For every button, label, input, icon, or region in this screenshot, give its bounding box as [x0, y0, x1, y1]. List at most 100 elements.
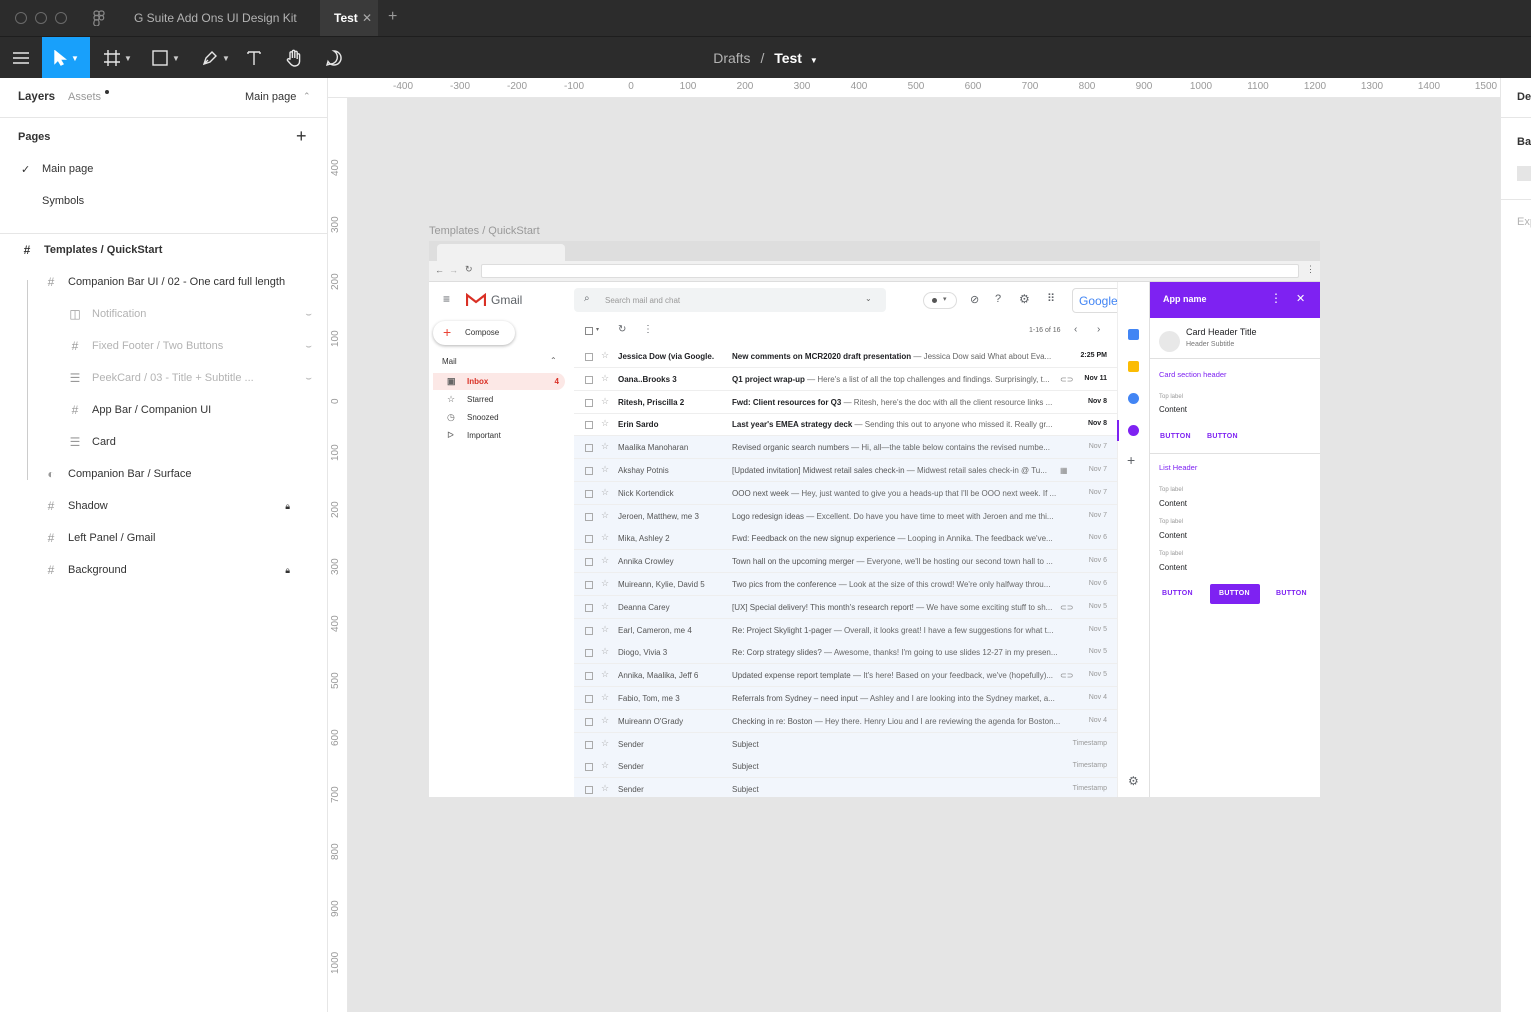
new-tab-icon[interactable]: +	[388, 8, 397, 26]
hidden-eye-icon[interactable]: ⌣	[305, 373, 312, 384]
email-date: Timestamp	[1072, 785, 1107, 793]
layer-templates-quickstart[interactable]: # Templates / QuickStart	[20, 234, 346, 266]
frame-label[interactable]: Templates / QuickStart	[429, 225, 540, 237]
breadcrumb-parent[interactable]: Drafts	[713, 50, 750, 66]
lock-icon[interactable]: 🔒︎	[285, 565, 290, 576]
layer-companion-bar-ui[interactable]: # Companion Bar UI / 02 - One card full l…	[44, 266, 370, 298]
pagination-text: 1-16 of 16	[1029, 327, 1061, 334]
background-color-swatch[interactable]	[1517, 166, 1531, 181]
hidden-eye-icon[interactable]: ⌣	[305, 341, 312, 352]
ruler-tick-label: 1000	[330, 951, 341, 974]
inbox-count: 4	[554, 377, 559, 386]
quickstart-frame[interactable]: ← → ↻ ⋮ ≡ Gmail + Compose Mail ⌃ ▣ Inbox 4…	[429, 241, 1320, 797]
star-icon: ☆	[601, 737, 610, 748]
email-row: ☆ Fabio, Tom, me 3 Referrals from Sydney –…	[574, 687, 1117, 710]
figma-logo-icon[interactable]	[92, 10, 106, 27]
main-menu-button[interactable]	[0, 37, 42, 79]
chevron-left-icon: ‹	[1074, 324, 1078, 335]
email-sender: Ritesh, Priscilla 2	[618, 397, 685, 407]
email-date: Nov 5	[1088, 671, 1107, 679]
email-row: ☆ Sender Subject Timestamp	[574, 778, 1117, 797]
email-date: 2:25 PM	[1080, 352, 1107, 359]
chevron-up-icon[interactable]: ⌃	[303, 91, 311, 102]
email-subject: Revised organic search numbers	[732, 443, 849, 453]
tab-layers[interactable]: Layers	[18, 91, 55, 103]
star-icon: ☆	[601, 532, 610, 543]
hidden-eye-icon[interactable]: ⌣	[305, 309, 312, 320]
text-tool-button[interactable]	[240, 37, 268, 79]
tab-design-kit[interactable]: G Suite Add Ons UI Design Kit	[120, 0, 320, 36]
email-subject: OOO next week	[732, 488, 789, 498]
layer-background[interactable]: # Background 🔒︎	[44, 554, 370, 586]
email-checkbox	[585, 558, 593, 567]
lock-icon[interactable]: 🔒︎	[285, 501, 290, 512]
more-vert-icon: ⋮	[1306, 264, 1315, 274]
ruler-tick-label: 1500	[1474, 81, 1498, 92]
add-page-icon[interactable]: +	[296, 126, 307, 147]
email-row: ☆ Sender Subject Timestamp	[574, 732, 1117, 756]
title-bar: G Suite Add Ons UI Design Kit Test ✕ +	[0, 0, 1531, 36]
close-window-button[interactable]	[15, 12, 27, 24]
url-field	[481, 264, 1299, 278]
email-sender: Annika Crowley	[618, 557, 674, 567]
ruler-tick-label: 900	[330, 900, 341, 917]
email-sender: Muireann, Kylie, David 5	[618, 580, 705, 589]
ruler-tick-label: -300	[449, 81, 471, 92]
chevron-down-icon[interactable]: ▼	[810, 56, 818, 65]
layer-left-panel-gmail[interactable]: # Left Panel / Gmail	[44, 522, 370, 554]
tab-assets[interactable]: Assets	[68, 91, 101, 103]
email-subject: Fwd: Client resources for Q3	[732, 397, 842, 407]
email-date: Timestamp	[1072, 762, 1107, 770]
more-vert-icon: ⋮	[643, 324, 653, 335]
reload-icon: ↻	[465, 264, 473, 274]
page-item-symbols[interactable]: Symbols	[42, 195, 84, 207]
pen-tool-button[interactable]: ▼	[196, 37, 236, 79]
ruler-tick-label: 800	[330, 843, 341, 860]
top-label: Top label	[1159, 551, 1184, 557]
page-item-main[interactable]: Main page	[42, 163, 93, 175]
star-icon: ☆	[601, 555, 610, 566]
email-checkbox	[585, 740, 593, 749]
card-button: BUTTON	[1162, 590, 1193, 597]
more-vert-icon: ⋮	[1270, 291, 1282, 305]
maximize-window-button[interactable]	[55, 12, 67, 24]
email-checkbox	[585, 421, 593, 430]
email-sender: Deanna Carey	[618, 602, 670, 612]
layer-companion-bar-surface[interactable]: ◐ Companion Bar / Surface	[44, 458, 370, 490]
star-icon: ☆	[601, 441, 610, 452]
layer-shadow[interactable]: # Shadow 🔒︎	[44, 490, 370, 522]
minimize-window-button[interactable]	[35, 12, 47, 24]
email-date: Nov 8	[1087, 397, 1107, 405]
status-dot	[932, 298, 937, 303]
email-date: Nov 6	[1088, 580, 1107, 587]
email-subject-line: OOO next week — Hey, just wanted to give…	[732, 489, 1062, 498]
tab-test[interactable]: Test ✕	[320, 0, 378, 36]
email-row: ☆ Erin Sardo Last year's EMEA strategy dec…	[574, 413, 1117, 437]
nav-label: Starred	[467, 395, 494, 404]
email-subject: Q1 project wrap-up	[732, 374, 805, 384]
tab-design[interactable]: De	[1517, 91, 1531, 103]
comment-tool-button[interactable]	[320, 37, 348, 79]
email-row: ☆ Mika, Ashley 2 Fwd: Feedback on the new …	[574, 527, 1117, 551]
email-subject: Referrals from Sydney – need input	[732, 694, 858, 703]
list-header: List Header	[1159, 463, 1198, 472]
file-name[interactable]: Test	[774, 50, 802, 66]
move-tool-button[interactable]: ▼	[42, 37, 90, 79]
hand-tool-button[interactable]	[280, 37, 308, 79]
gmail-brand: Gmail	[491, 293, 523, 307]
email-subject: Town hall on the upcoming merger	[732, 557, 855, 567]
frame-tool-button[interactable]: ▼	[100, 37, 136, 79]
email-subject: Last year's EMEA strategy deck	[732, 420, 853, 430]
browser-address-bar: ← → ↻ ⋮	[429, 261, 1320, 282]
email-subject-line: Town hall on the upcoming merger — Every…	[732, 557, 1062, 566]
page-selector[interactable]: Main page	[245, 91, 296, 103]
email-sender: Oana..Brooks 3	[618, 374, 677, 384]
shape-tool-button[interactable]: ▼	[146, 37, 186, 79]
layer-label: Templates / QuickStart	[44, 244, 163, 256]
email-date: Nov 4	[1088, 716, 1107, 724]
email-snippet: — We have some exciting stuff to sh...	[913, 602, 1053, 612]
hand-icon	[286, 49, 301, 67]
close-tab-icon[interactable]: ✕	[362, 0, 372, 36]
pen-icon	[202, 51, 218, 66]
email-subject-line: Updated expense report template — It's h…	[732, 671, 1062, 680]
